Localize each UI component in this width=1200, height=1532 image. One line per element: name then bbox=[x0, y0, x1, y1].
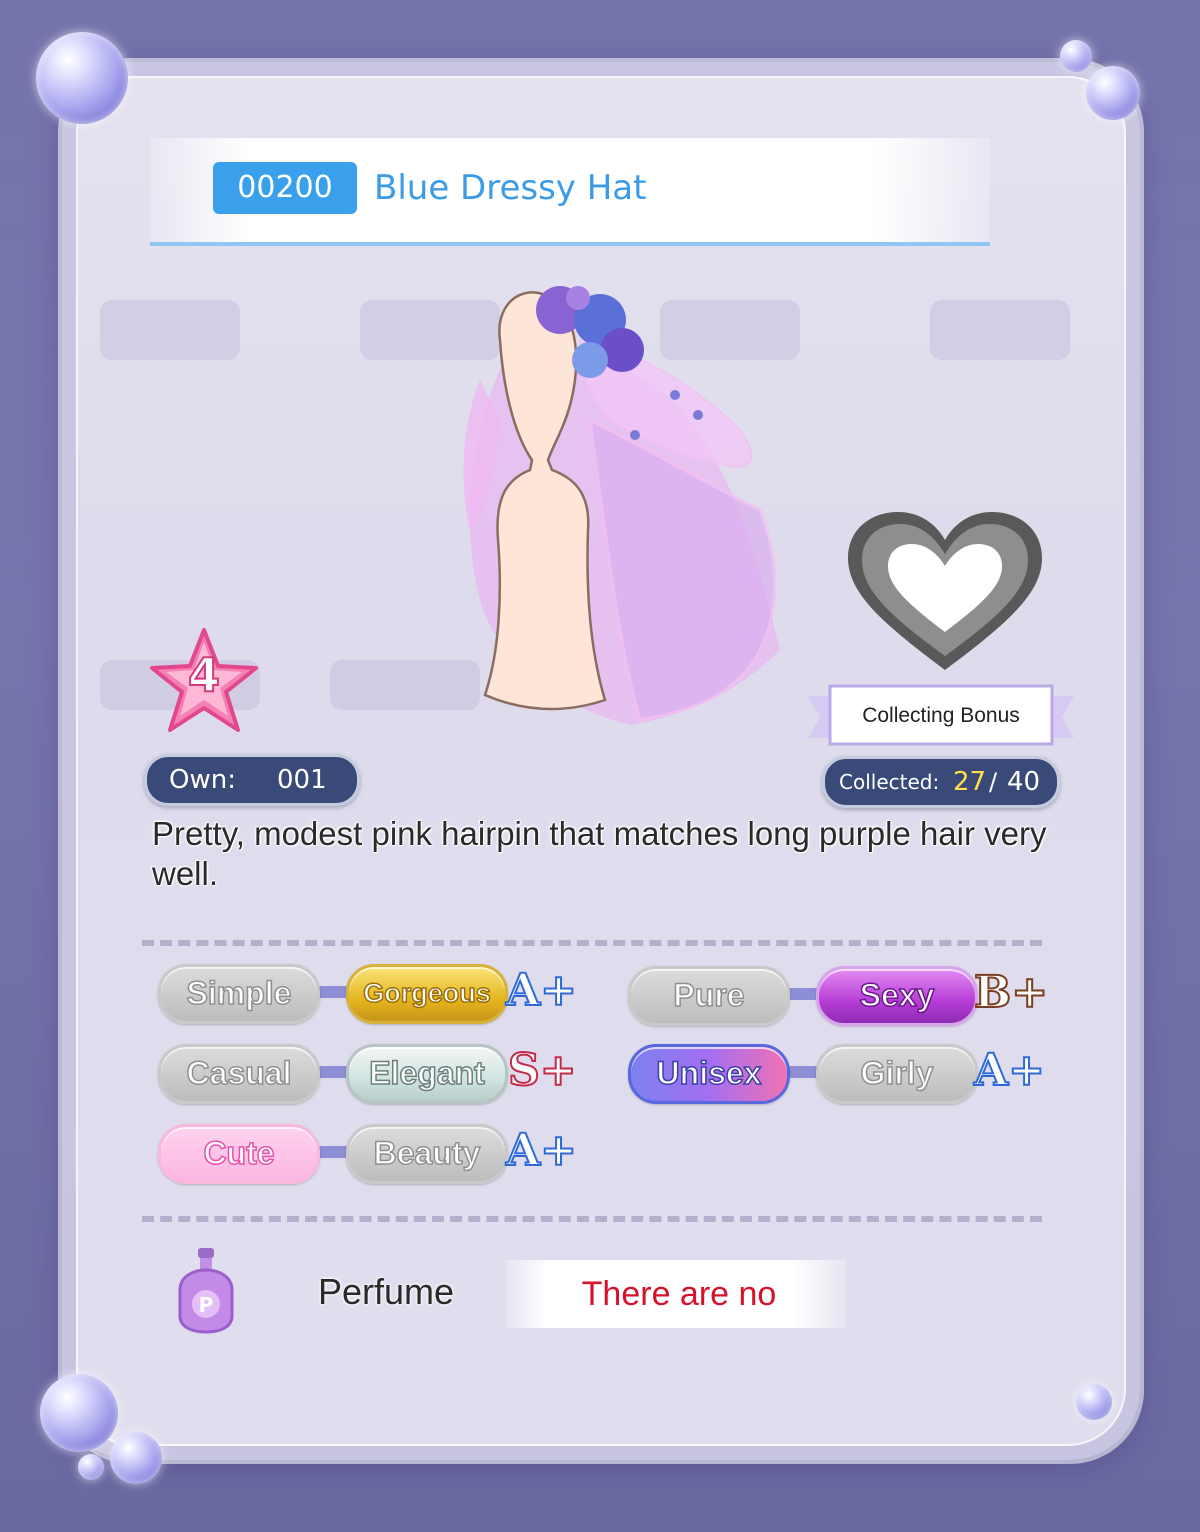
flower bbox=[630, 430, 640, 440]
flower bbox=[670, 390, 680, 400]
collected-separator: / bbox=[989, 768, 998, 796]
collected-total: 40 bbox=[1007, 767, 1041, 797]
flower bbox=[566, 286, 590, 310]
bubble-decoration bbox=[110, 1432, 162, 1484]
style-tag-sexy: Sexy bbox=[816, 966, 978, 1026]
style-grade: A+ bbox=[973, 1044, 1046, 1097]
style-tag-beauty: Beauty bbox=[346, 1124, 508, 1184]
heart-icon[interactable] bbox=[842, 508, 1048, 678]
rarity-value: 4 bbox=[187, 647, 221, 703]
own-label: Own: bbox=[169, 765, 236, 795]
style-tag-girly: Girly bbox=[816, 1044, 978, 1104]
faded-background-item bbox=[930, 300, 1070, 360]
bubble-decoration bbox=[1076, 1384, 1112, 1420]
faded-background-item bbox=[100, 300, 240, 360]
bubble-decoration bbox=[1060, 40, 1092, 72]
perfume-value: There are no bbox=[581, 1275, 777, 1313]
divider bbox=[142, 940, 1042, 946]
item-id-badge: 00200 bbox=[213, 162, 357, 214]
bubble-decoration bbox=[1086, 66, 1140, 120]
bubble-decoration bbox=[40, 1374, 118, 1452]
divider bbox=[142, 1216, 1042, 1222]
style-tag-gorgeous: Gorgeous bbox=[346, 964, 508, 1024]
style-grade: S+ bbox=[507, 1044, 578, 1097]
perfume-label: Perfume bbox=[318, 1271, 455, 1312]
collecting-bonus-label: Collecting Bonus bbox=[862, 704, 1020, 727]
collected-label: Collected: bbox=[839, 770, 940, 794]
own-count-pill: Own: 001 bbox=[144, 754, 360, 806]
style-tag-pure: Pure bbox=[628, 966, 790, 1026]
collected-pill: Collected: 27 / 40 bbox=[822, 756, 1060, 808]
flower bbox=[572, 342, 608, 378]
bubble-decoration bbox=[36, 32, 128, 124]
perfume-icon-letter: P bbox=[199, 1293, 214, 1317]
style-tag-elegant: Elegant bbox=[346, 1044, 508, 1104]
style-grade: B+ bbox=[973, 966, 1049, 1019]
item-title: Blue Dressy Hat bbox=[374, 168, 647, 208]
style-tag-simple: Simple bbox=[158, 964, 320, 1024]
perfume-bottle-icon: P bbox=[178, 1248, 234, 1334]
style-tag-unisex: Unisex bbox=[628, 1044, 790, 1104]
item-description: Pretty, modest pink hairpin that matches… bbox=[152, 815, 1047, 892]
item-preview-image bbox=[463, 286, 780, 725]
style-tag-cute: Cute bbox=[158, 1124, 320, 1184]
collected-count: 27 bbox=[953, 767, 987, 797]
style-grade: A+ bbox=[505, 964, 578, 1017]
own-value: 001 bbox=[277, 765, 327, 795]
style-grade: A+ bbox=[505, 1124, 578, 1177]
style-tag-casual: Casual bbox=[158, 1044, 320, 1104]
bubble-decoration bbox=[78, 1454, 104, 1480]
flower bbox=[693, 410, 703, 420]
